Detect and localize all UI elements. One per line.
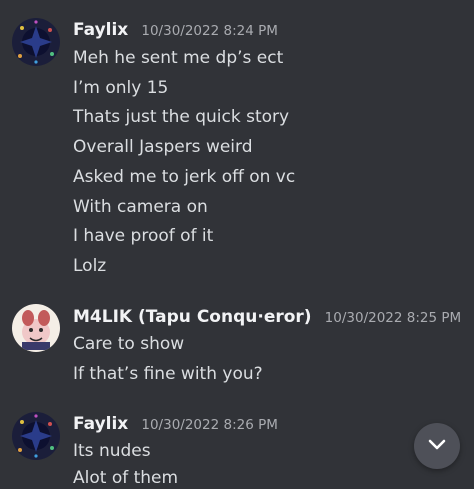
message-text: I’m only 15 — [73, 78, 169, 98]
avatar[interactable] — [12, 304, 60, 352]
username[interactable]: Faylix — [73, 414, 128, 434]
message-text: Care to show — [73, 334, 185, 354]
username[interactable]: Faylix — [73, 20, 128, 40]
message-text: I have proof of it — [73, 226, 214, 246]
message-text: Alot of them — [73, 468, 179, 488]
avatar[interactable] — [12, 412, 60, 460]
jump-to-bottom-button[interactable] — [414, 423, 460, 469]
message-text: Meh he sent me dp’s ect — [73, 48, 284, 68]
message-text: Asked me to jerk off on vc — [73, 167, 296, 187]
message-header: Faylix 10/30/2022 8:24 PM — [73, 20, 278, 40]
message-text: Its nudes — [73, 441, 151, 461]
timestamp: 10/30/2022 8:24 PM — [141, 23, 278, 39]
message-text: Overall Jaspers weird — [73, 137, 253, 157]
message-text: Thats just the quick story — [73, 107, 290, 127]
message-header: M4LIK (Tapu Conqu·eror) 10/30/2022 8:25 … — [73, 307, 461, 327]
chevron-down-icon — [426, 433, 448, 459]
username[interactable]: M4LIK (Tapu Conqu·eror) — [73, 307, 312, 327]
timestamp: 10/30/2022 8:25 PM — [324, 310, 462, 326]
timestamp: 10/30/2022 8:26 PM — [141, 417, 278, 433]
message-text: With camera on — [73, 197, 208, 217]
avatar[interactable] — [12, 18, 60, 66]
message-text: Lolz — [73, 256, 107, 276]
message-text: If that’s fine with you? — [73, 364, 263, 384]
message-header: Faylix 10/30/2022 8:26 PM — [73, 414, 278, 434]
